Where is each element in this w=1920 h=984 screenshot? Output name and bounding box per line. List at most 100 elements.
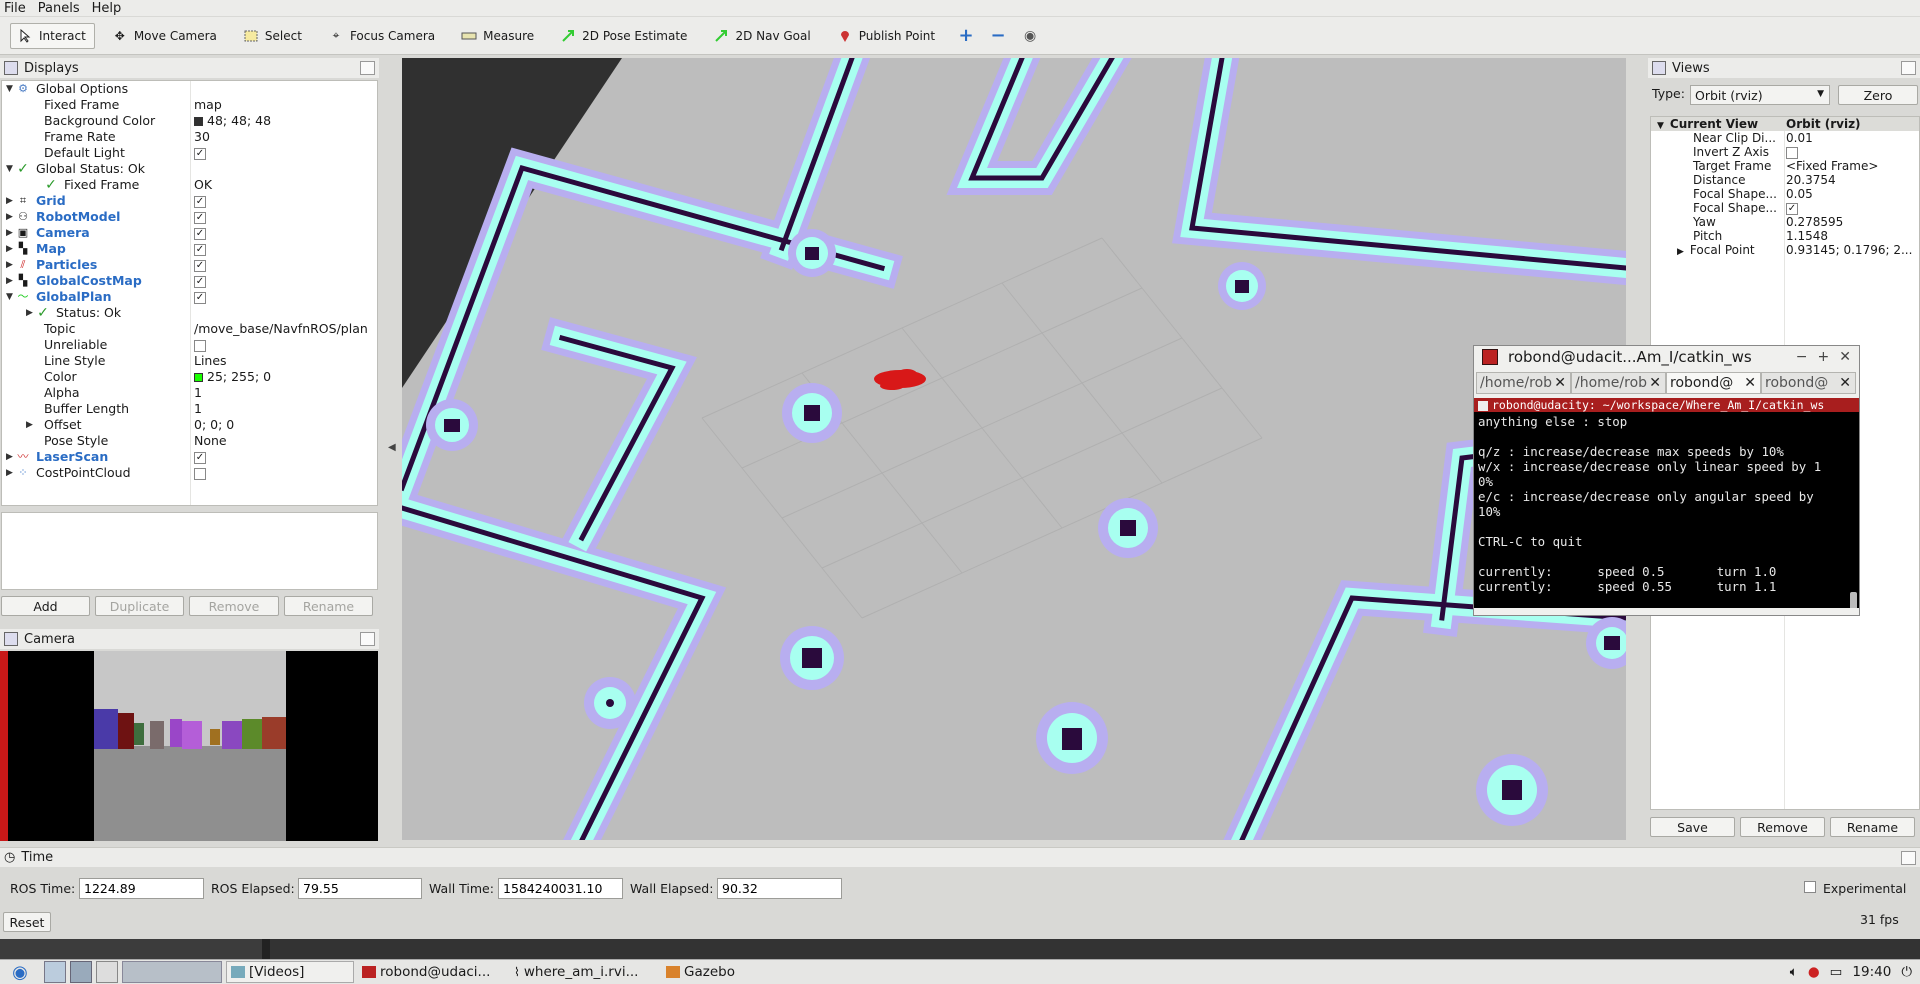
view-prop-value[interactable]: 20.3754 <box>1786 173 1836 187</box>
view-prop-row[interactable]: Invert Z Axis <box>1651 145 1919 159</box>
collapse-arrow-icon[interactable]: ▶ <box>1677 247 1684 257</box>
duplicate-button[interactable]: Duplicate <box>95 596 184 616</box>
power-icon[interactable]: ⏻ <box>1901 964 1912 980</box>
tree-row-cost-point-cloud[interactable]: ▶ ⁘ CostPointCloud <box>2 465 377 481</box>
collapse-arrow-icon[interactable]: ▶ <box>6 273 16 289</box>
tree-row-particles[interactable]: ▶ ⫽ Particles ✓ <box>2 257 377 273</box>
view-prop-row[interactable]: Focal Shape... ✓ <box>1651 201 1919 215</box>
unreliable-checkbox[interactable] <box>194 339 206 352</box>
offset-value[interactable]: 0; 0; 0 <box>194 417 234 433</box>
current-view-row[interactable]: ▼ Current View Orbit (rviz) <box>1651 117 1919 131</box>
maximize-icon[interactable]: + <box>1818 349 1830 365</box>
view-prop-value[interactable]: 0.01 <box>1786 131 1813 145</box>
view-prop-value[interactable]: 1.1548 <box>1786 229 1828 243</box>
publish-point-tool-button[interactable]: Publish Point <box>830 23 944 49</box>
focal-shape-checkbox[interactable]: ✓ <box>1786 202 1798 215</box>
view-prop-row[interactable]: Distance 20.3754 <box>1651 173 1919 187</box>
nav-goal-tool-button[interactable]: 2D Nav Goal <box>706 23 819 49</box>
background-color-value[interactable]: 48; 48; 48 <box>207 113 271 128</box>
start-menu-icon[interactable]: ◉ <box>0 961 40 983</box>
close-tab-icon[interactable]: ✕ <box>1649 375 1661 391</box>
collapse-arrow-icon[interactable]: ▶ <box>6 241 16 257</box>
line-style-value[interactable]: Lines <box>194 353 227 369</box>
terminal-tab[interactable]: robond@ ✕ <box>1666 372 1761 394</box>
terminal-scrollbar[interactable] <box>1850 592 1857 608</box>
ros-elapsed-field[interactable] <box>298 878 422 899</box>
collapse-arrow-icon[interactable]: ▶ <box>6 465 16 481</box>
wall-elapsed-field[interactable] <box>717 878 842 899</box>
expand-arrow-icon[interactable]: ▼ <box>6 81 16 97</box>
collapse-arrow-icon[interactable]: ▶ <box>6 257 16 273</box>
view-prop-value[interactable]: 0.278595 <box>1786 215 1843 229</box>
terminal-tab[interactable]: robond@ ✕ <box>1761 372 1856 394</box>
close-panel-icon[interactable] <box>1901 851 1916 865</box>
measure-tool-button[interactable]: Measure <box>454 23 543 49</box>
minimize-icon[interactable]: − <box>1796 349 1808 365</box>
close-panel-icon[interactable] <box>360 61 375 75</box>
view-prop-row[interactable]: Target Frame <Fixed Frame> <box>1651 159 1919 173</box>
view-prop-value[interactable]: 0.05 <box>1786 187 1813 201</box>
record-icon[interactable]: ● <box>1808 964 1820 980</box>
focus-camera-tool-button[interactable]: ⌖ Focus Camera <box>321 23 444 49</box>
view-prop-row[interactable]: Pitch 1.1548 <box>1651 229 1919 243</box>
close-tab-icon[interactable]: ✕ <box>1744 375 1756 391</box>
workspace-switcher[interactable] <box>122 961 222 983</box>
volume-icon[interactable]: 🔈︎ <box>1790 964 1798 980</box>
tree-row-global-costmap[interactable]: ▶ ▚ GlobalCostMap ✓ <box>2 273 377 289</box>
eye-icon[interactable]: ◉ <box>1018 24 1042 48</box>
cost-point-cloud-checkbox[interactable] <box>194 467 206 480</box>
global-costmap-checkbox[interactable]: ✓ <box>194 275 206 288</box>
tree-row-global-options[interactable]: ▼ ⚙ Global Options <box>2 81 377 97</box>
add-button[interactable]: Add <box>1 596 90 616</box>
menu-file[interactable]: File <box>4 1 26 16</box>
zero-button[interactable]: Zero <box>1838 85 1918 105</box>
view-type-select[interactable]: Orbit (rviz) ▼ <box>1690 85 1830 105</box>
grid-checkbox[interactable]: ✓ <box>194 195 206 208</box>
taskbar-item-rviz[interactable]: ⌇ where_am_i.rvi... <box>510 961 658 983</box>
alpha-value[interactable]: 1 <box>194 385 202 401</box>
tree-row-unreliable[interactable]: Unreliable <box>2 337 377 353</box>
select-tool-button[interactable]: Select <box>236 23 311 49</box>
particles-checkbox[interactable]: ✓ <box>194 259 206 272</box>
move-camera-tool-button[interactable]: ✥ Move Camera <box>105 23 226 49</box>
topic-value[interactable]: /move_base/NavfnROS/plan <box>194 321 368 337</box>
taskbar-item-terminal[interactable]: robond@udaci... <box>358 961 506 983</box>
plus-icon[interactable]: + <box>954 24 978 48</box>
minus-icon[interactable]: − <box>986 24 1010 48</box>
tree-row-alpha[interactable]: Alpha 1 <box>2 385 377 401</box>
tree-row-laser-scan[interactable]: ▶ 〰 LaserScan ✓ <box>2 449 377 465</box>
terminal-window[interactable]: robond@udacit...Am_I/catkin_ws − + ✕ /ho… <box>1473 345 1860 616</box>
collapse-left-arrow-icon[interactable]: ◀ <box>388 442 396 453</box>
render-3d-view[interactable] <box>402 58 1626 840</box>
color-value[interactable]: 25; 255; 0 <box>207 369 271 384</box>
collapse-arrow-icon[interactable]: ▶ <box>6 193 16 209</box>
tree-row-global-status[interactable]: ▼ ✓ Global Status: Ok <box>2 161 377 177</box>
view-prop-row[interactable]: Near Clip Di... 0.01 <box>1651 131 1919 145</box>
interact-tool-button[interactable]: Interact <box>10 22 95 49</box>
view-prop-value[interactable]: <Fixed Frame> <box>1786 159 1878 173</box>
tree-row-gs-fixed-frame[interactable]: ✓ Fixed Frame OK <box>2 177 377 193</box>
terminal-tab[interactable]: /home/rob ✕ <box>1571 372 1666 394</box>
pose-estimate-tool-button[interactable]: 2D Pose Estimate <box>553 23 696 49</box>
global-plan-checkbox[interactable]: ✓ <box>194 291 206 304</box>
tree-row-line-style[interactable]: Line Style Lines <box>2 353 377 369</box>
expand-arrow-icon[interactable]: ▼ <box>6 161 16 177</box>
close-tab-icon[interactable]: ✕ <box>1839 375 1851 391</box>
tree-row-offset[interactable]: ▶ Offset 0; 0; 0 <box>2 417 377 433</box>
tree-row-color[interactable]: Color 25; 255; 0 <box>2 369 377 385</box>
desktop-icon[interactable] <box>70 961 92 983</box>
tree-row-topic[interactable]: Topic /move_base/NavfnROS/plan <box>2 321 377 337</box>
network-icon[interactable]: ▭ <box>1830 964 1843 980</box>
tree-row-map[interactable]: ▶ ▚ Map ✓ <box>2 241 377 257</box>
robot-model-checkbox[interactable]: ✓ <box>194 211 206 224</box>
tree-row-grid[interactable]: ▶ ⌗ Grid ✓ <box>2 193 377 209</box>
default-light-checkbox[interactable]: ✓ <box>194 147 206 160</box>
tree-row-background-color[interactable]: Background Color 48; 48; 48 <box>2 113 377 129</box>
map-checkbox[interactable]: ✓ <box>194 243 206 256</box>
tree-row-robot-model[interactable]: ▶ ⚇ RobotModel ✓ <box>2 209 377 225</box>
reset-button[interactable]: Reset <box>3 912 51 932</box>
view-prop-value[interactable]: 0.93145; 0.1796; 2... <box>1786 243 1912 257</box>
collapse-arrow-icon[interactable]: ▶ <box>6 449 16 465</box>
window-list-icon[interactable] <box>96 961 118 983</box>
file-manager-icon[interactable] <box>44 961 66 983</box>
